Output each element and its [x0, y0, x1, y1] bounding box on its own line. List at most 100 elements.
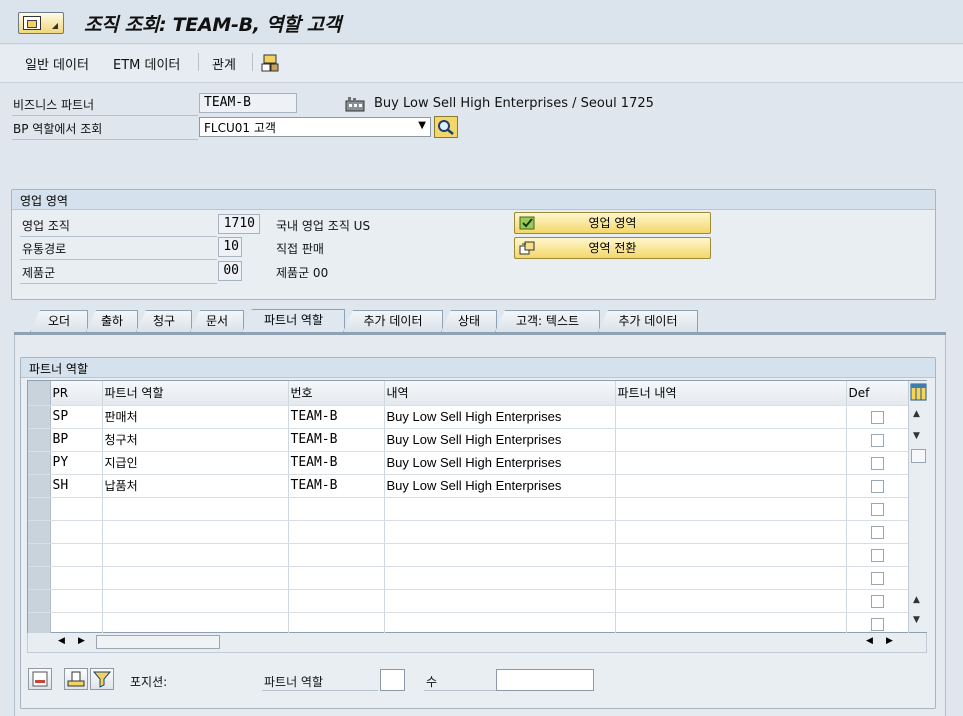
def-checkbox[interactable]	[870, 617, 884, 631]
select-all-cell[interactable]	[28, 381, 51, 406]
scroll-page-up-icon[interactable]: ▲	[913, 595, 920, 605]
table-row[interactable]: SH 납품처 TEAM-B Buy Low Sell High Enterpri…	[28, 474, 909, 498]
hierarchy-icon[interactable]	[260, 53, 280, 73]
row-selector[interactable]	[28, 405, 51, 429]
filter-button[interactable]	[90, 668, 114, 690]
row-selector[interactable]	[28, 566, 51, 590]
def-checkbox[interactable]	[870, 433, 884, 447]
etm-data-button[interactable]: ETM 데이터	[113, 54, 180, 73]
row-selector[interactable]	[28, 451, 51, 475]
count-input[interactable]	[496, 669, 594, 691]
general-data-button[interactable]: 일반 데이터	[25, 54, 89, 73]
cell-partner-desc[interactable]	[615, 451, 847, 475]
table-row[interactable]: SP 판매처 TEAM-B Buy Low Sell High Enterpri…	[28, 405, 909, 429]
table-row-empty[interactable]	[28, 497, 909, 521]
cell[interactable]	[50, 589, 103, 613]
col-header-number[interactable]: 번호	[288, 381, 385, 406]
def-checkbox[interactable]	[870, 571, 884, 585]
cell-def[interactable]	[846, 497, 909, 521]
cell-role[interactable]: 납품처	[102, 474, 289, 498]
tab-additional-data[interactable]: 추가 데이터	[343, 310, 443, 332]
scroll-up-icon[interactable]: ▲	[913, 409, 920, 419]
sort-button[interactable]	[64, 668, 88, 690]
row-selector[interactable]	[28, 428, 51, 452]
cell-def[interactable]	[846, 405, 909, 429]
row-selector[interactable]	[28, 520, 51, 544]
col-header-def[interactable]: Def	[846, 381, 909, 406]
table-row-empty[interactable]	[28, 589, 909, 613]
col-header-desc[interactable]: 내역	[384, 381, 616, 406]
col-header-pr[interactable]: PR	[50, 381, 103, 406]
cell[interactable]	[615, 543, 847, 567]
cell[interactable]	[102, 497, 289, 521]
details-button[interactable]	[28, 668, 52, 690]
table-row-empty[interactable]	[28, 612, 909, 636]
scroll-thumb[interactable]	[911, 449, 926, 463]
menu-button[interactable]: ◢	[18, 12, 64, 34]
cell-def[interactable]	[846, 428, 909, 452]
tab-additional-data-2[interactable]: 추가 데이터	[598, 310, 698, 332]
row-selector[interactable]	[28, 612, 51, 636]
sales-org-field[interactable]: 1710	[218, 214, 260, 234]
cell-partner-desc[interactable]	[615, 428, 847, 452]
relations-button[interactable]: 관계	[212, 54, 236, 73]
scroll-right-icon[interactable]: ▶	[78, 636, 85, 646]
cell[interactable]	[384, 566, 616, 590]
tab-partner-roles[interactable]: 파트너 역할	[242, 309, 345, 333]
cell-desc[interactable]: Buy Low Sell High Enterprises	[384, 428, 616, 452]
cell[interactable]	[288, 497, 385, 521]
tab-order[interactable]: 오더	[30, 310, 88, 332]
cell-role[interactable]: 판매처	[102, 405, 289, 429]
cell[interactable]	[102, 589, 289, 613]
cell[interactable]	[102, 543, 289, 567]
cell[interactable]	[615, 612, 847, 636]
table-row-empty[interactable]	[28, 543, 909, 567]
cell-def[interactable]	[846, 520, 909, 544]
cell[interactable]	[288, 520, 385, 544]
cell-pr[interactable]: BP	[50, 428, 103, 452]
cell-desc[interactable]: Buy Low Sell High Enterprises	[384, 451, 616, 475]
h-scroll-thumb[interactable]	[96, 635, 220, 649]
col-header-partner-desc[interactable]: 파트너 내역	[615, 381, 847, 406]
cell[interactable]	[102, 612, 289, 636]
cell[interactable]	[50, 497, 103, 521]
cell[interactable]	[384, 612, 616, 636]
scroll-down-icon[interactable]: ▼	[913, 431, 920, 441]
cell-number[interactable]: TEAM-B	[288, 451, 385, 475]
cell[interactable]	[50, 520, 103, 544]
cell-number[interactable]: TEAM-B	[288, 474, 385, 498]
row-selector[interactable]	[28, 589, 51, 613]
cell-pr[interactable]: SH	[50, 474, 103, 498]
chevron-down-icon[interactable]: ▼	[418, 120, 426, 131]
cell[interactable]	[50, 612, 103, 636]
def-checkbox[interactable]	[870, 594, 884, 608]
row-selector[interactable]	[28, 474, 51, 498]
cell-role[interactable]: 청구처	[102, 428, 289, 452]
partner-role-input[interactable]	[380, 669, 405, 691]
cell[interactable]	[50, 566, 103, 590]
cell-def[interactable]	[846, 566, 909, 590]
tab-delivery[interactable]: 출하	[86, 310, 138, 332]
cell[interactable]	[102, 566, 289, 590]
cell[interactable]	[384, 520, 616, 544]
col-header-role[interactable]: 파트너 역할	[102, 381, 289, 406]
def-checkbox[interactable]	[870, 410, 884, 424]
role-select[interactable]: FLCU01 고객 ▼	[199, 117, 431, 137]
cell[interactable]	[384, 543, 616, 567]
cell[interactable]	[288, 589, 385, 613]
bp-field[interactable]: TEAM-B	[199, 93, 297, 113]
cell[interactable]	[615, 566, 847, 590]
horizontal-scrollbar[interactable]: ◀ ▶ ◀ ▶	[27, 633, 927, 653]
cell-def[interactable]	[846, 612, 909, 636]
scroll-page-down-icon[interactable]: ▼	[913, 615, 920, 625]
cell-number[interactable]: TEAM-B	[288, 405, 385, 429]
search-icon[interactable]	[434, 116, 458, 138]
cell-def[interactable]	[846, 451, 909, 475]
table-row[interactable]: PY 지급인 TEAM-B Buy Low Sell High Enterpri…	[28, 451, 909, 475]
table-row[interactable]: BP 청구처 TEAM-B Buy Low Sell High Enterpri…	[28, 428, 909, 452]
def-checkbox[interactable]	[870, 479, 884, 493]
cell-def[interactable]	[846, 474, 909, 498]
vertical-scrollbar[interactable]: ▲ ▼ ▲ ▼	[908, 381, 927, 632]
def-checkbox[interactable]	[870, 525, 884, 539]
row-selector[interactable]	[28, 497, 51, 521]
